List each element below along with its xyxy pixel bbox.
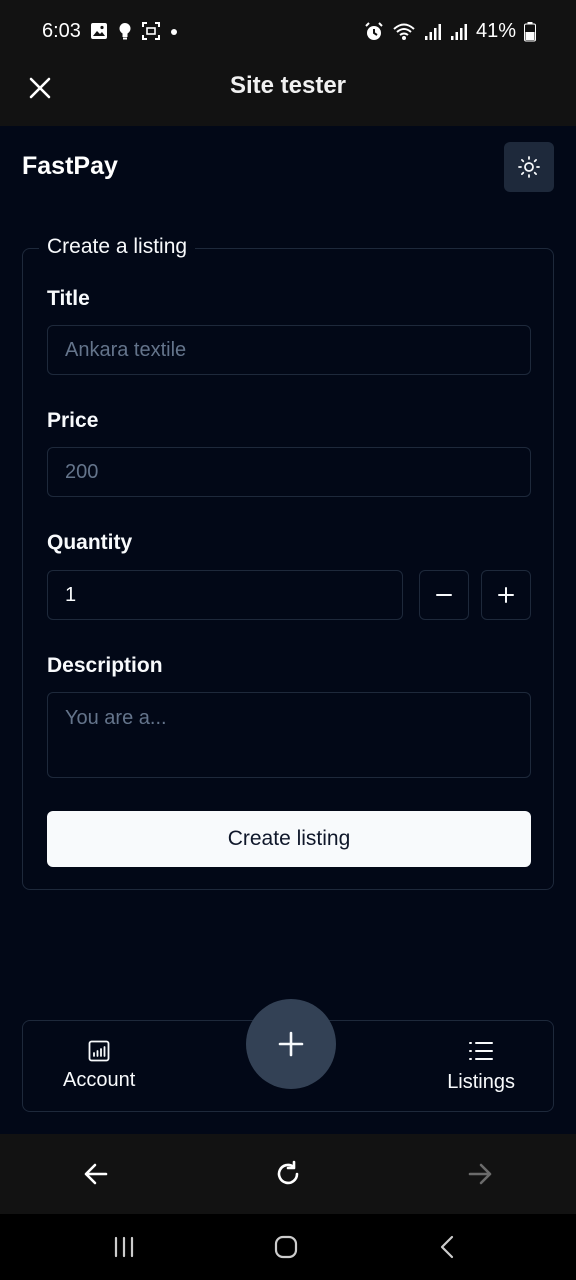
status-time: 6:03 bbox=[42, 20, 81, 42]
status-bar: 6:03 41% bbox=[0, 0, 576, 62]
refresh-icon bbox=[277, 1160, 299, 1185]
back-icon bbox=[440, 1235, 454, 1259]
screenshot-icon bbox=[142, 22, 160, 40]
app-topbar: Site tester bbox=[0, 62, 576, 126]
description-textarea[interactable] bbox=[47, 692, 531, 778]
quantity-decrement-button[interactable] bbox=[419, 570, 469, 620]
browser-toolbar bbox=[0, 1134, 576, 1214]
add-listing-fab[interactable] bbox=[246, 999, 336, 1089]
page-title: Site tester bbox=[229, 72, 347, 99]
home-button[interactable] bbox=[266, 1232, 306, 1262]
form-legend: Create a listing bbox=[39, 235, 196, 259]
quantity-label: Quantity bbox=[47, 531, 133, 554]
plus-icon bbox=[498, 587, 514, 603]
page-content: FastPay Create a listing Title Price Qua… bbox=[0, 126, 576, 1134]
nav-account-label: Account bbox=[63, 1069, 136, 1091]
battery-icon bbox=[524, 21, 536, 41]
theme-toggle-button[interactable] bbox=[504, 142, 554, 192]
quantity-increment-button[interactable] bbox=[481, 570, 531, 620]
title-label: Title bbox=[47, 287, 90, 310]
arrow-right-icon bbox=[468, 1163, 492, 1185]
signal-icon bbox=[450, 23, 467, 40]
description-label: Description bbox=[47, 654, 163, 677]
image-icon bbox=[91, 23, 107, 39]
signal-icon bbox=[424, 23, 441, 40]
create-listing-button[interactable]: Create listing bbox=[47, 811, 531, 867]
price-label: Price bbox=[47, 409, 99, 432]
nav-account[interactable]: Account bbox=[63, 1039, 135, 1092]
price-input[interactable] bbox=[47, 447, 531, 497]
quantity-input[interactable] bbox=[47, 570, 403, 620]
dot-icon bbox=[171, 29, 177, 35]
chart-icon bbox=[88, 1040, 110, 1062]
bulb-icon bbox=[119, 23, 131, 40]
system-nav-bar bbox=[0, 1214, 576, 1280]
plus-icon bbox=[278, 1031, 304, 1057]
list-icon bbox=[469, 1042, 494, 1060]
nav-listings[interactable]: Listings bbox=[447, 1039, 515, 1094]
alarm-icon bbox=[365, 21, 383, 40]
arrow-left-icon bbox=[84, 1163, 108, 1185]
nav-listings-label: Listings bbox=[447, 1071, 515, 1093]
back-button[interactable] bbox=[78, 1156, 114, 1192]
system-back-button[interactable] bbox=[428, 1232, 468, 1262]
recents-icon bbox=[114, 1236, 134, 1258]
battery-percent: 41% bbox=[475, 20, 516, 42]
refresh-button[interactable] bbox=[270, 1156, 306, 1192]
recents-button[interactable] bbox=[104, 1232, 144, 1262]
wifi-icon bbox=[393, 23, 415, 40]
sun-icon bbox=[518, 156, 540, 178]
minus-icon bbox=[436, 594, 452, 596]
forward-button[interactable] bbox=[462, 1156, 498, 1192]
brand-logo[interactable]: FastPay bbox=[22, 152, 118, 181]
create-listing-form: Create a listing Title Price Quantity De… bbox=[22, 235, 554, 890]
home-icon bbox=[274, 1235, 298, 1259]
title-input[interactable] bbox=[47, 325, 531, 375]
